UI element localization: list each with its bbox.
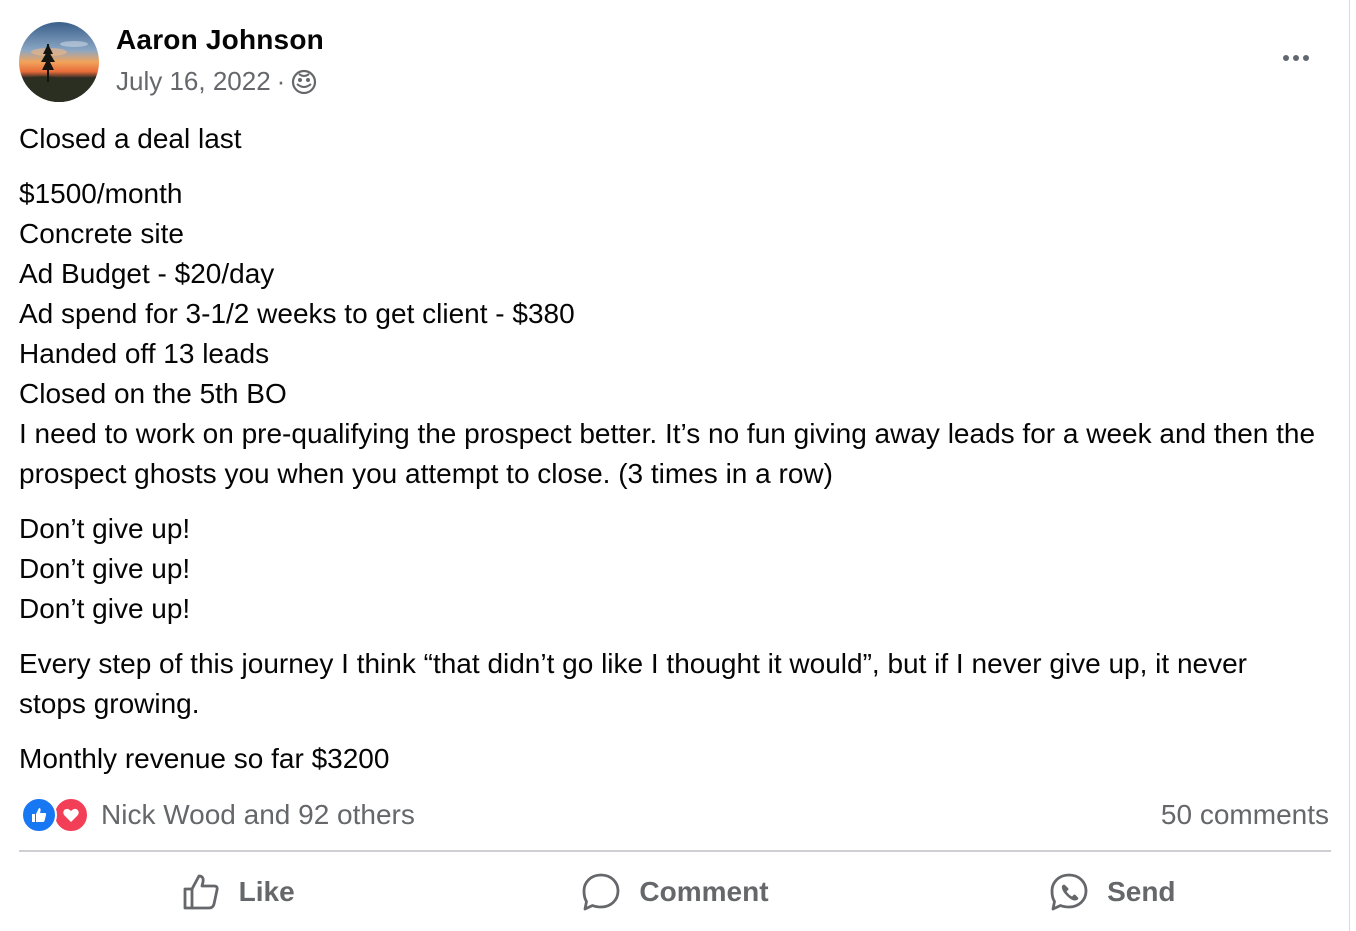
more-dot (1293, 55, 1299, 61)
post-line: Ad spend for 3-1/2 weeks to get client -… (19, 298, 575, 329)
send-label: Send (1107, 875, 1176, 907)
post-paragraph: Every step of this journey I think “that… (19, 644, 1319, 724)
more-options-button[interactable] (1276, 44, 1316, 72)
love-reaction-icon (53, 797, 89, 833)
like-label: Like (238, 875, 295, 907)
avatar-image (19, 22, 99, 102)
post-line: Don’t give up! (19, 513, 191, 544)
reactions-summary[interactable]: Nick Wood and 92 others (21, 797, 415, 833)
post-paragraph: $1500/month Concrete site Ad Budget - $2… (19, 174, 1319, 494)
post-line: Every step of this journey I think “that… (19, 648, 1247, 719)
author-name[interactable]: Aaron Johnson (116, 24, 324, 56)
meta-separator: · (276, 66, 286, 96)
post-paragraph: Monthly revenue so far $3200 (19, 739, 1319, 779)
comments-count[interactable]: 50 comments (1161, 799, 1329, 831)
post-line: Monthly revenue so far $3200 (19, 743, 390, 774)
post-paragraph: Don’t give up! Don’t give up! Don’t give… (19, 509, 1319, 629)
reactions-text[interactable]: Nick Wood and 92 others (101, 799, 415, 831)
thumbs-up-icon (183, 874, 219, 909)
like-button[interactable]: Like (19, 852, 456, 931)
messenger-icon (1050, 873, 1088, 910)
post-card: Aaron Johnson July 16, 2022 · Closed a d… (0, 0, 1350, 931)
like-reaction-icon (21, 797, 57, 833)
post-line: Don’t give up! (19, 553, 191, 584)
more-dot (1283, 55, 1289, 61)
post-line: Handed off 13 leads (19, 338, 270, 369)
post-line: Ad Budget - $20/day (19, 258, 275, 289)
post-date[interactable]: July 16, 2022 (116, 66, 271, 97)
comment-label: Comment (639, 875, 769, 907)
author-avatar[interactable] (19, 22, 99, 102)
post-line: I need to work on pre-qualifying the pro… (19, 418, 1316, 489)
action-bar: Like Comment Send (19, 852, 1331, 931)
more-dot (1303, 55, 1309, 61)
post-paragraph: Closed a deal last (19, 119, 1319, 159)
post-line: Closed a deal last (19, 123, 242, 154)
post-line: Closed on the 5th BO (19, 378, 287, 409)
comment-bubble-icon (583, 873, 620, 910)
post-meta: July 16, 2022 · (116, 66, 317, 97)
public-globe-icon (291, 69, 317, 95)
post-body: Closed a deal last $1500/month Concrete … (19, 119, 1319, 794)
post-line: Don’t give up! (19, 593, 191, 624)
comment-button[interactable]: Comment (456, 852, 893, 931)
post-line: $1500/month (19, 178, 183, 209)
post-line: Concrete site (19, 218, 184, 249)
send-button[interactable]: Send (894, 852, 1331, 931)
